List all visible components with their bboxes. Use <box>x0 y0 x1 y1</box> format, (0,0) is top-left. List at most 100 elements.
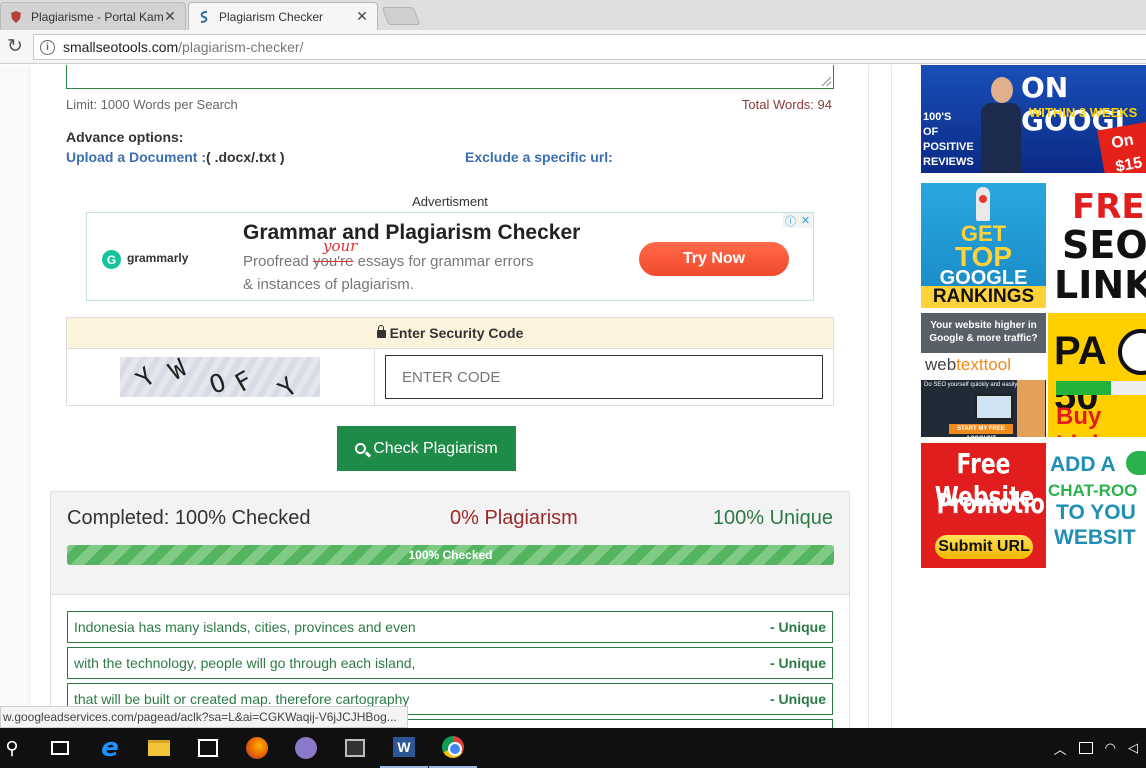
completed-text: Completed: 100% Checked <box>67 507 311 529</box>
info-icon[interactable]: i <box>40 39 55 55</box>
ad-a4-brand-a: web <box>925 355 957 374</box>
tab-strip: Plagiarisme - Portal Kam ✕ Plagiarism Ch… <box>0 0 1146 30</box>
ad-a7-l2: CHAT-ROO <box>1048 481 1138 500</box>
security-code-panel: Enter Security Code Y W O F Y <box>66 317 834 406</box>
word-letter: W <box>393 737 415 757</box>
shield-favicon-icon <box>11 10 21 23</box>
side-ad-pa50[interactable]: PA 50 Buy Link <box>1048 313 1146 437</box>
security-code-input[interactable] <box>385 355 823 399</box>
sentence-row[interactable]: with the technology, people will go thro… <box>67 647 833 679</box>
security-title: Enter Security Code <box>389 325 524 341</box>
ad-line1-a: Proofread <box>243 253 314 270</box>
text-input-area[interactable] <box>66 65 834 89</box>
column-divider <box>868 65 892 728</box>
ad-a4-top: Your website higher in Google & more tra… <box>921 313 1046 353</box>
lock-icon <box>376 325 386 338</box>
grammarly-ad[interactable]: ⓘ ✕ G grammarly Grammar and Plagiarism C… <box>86 212 814 301</box>
ad-info-icon[interactable]: ⓘ <box>783 213 798 228</box>
new-tab-button[interactable] <box>381 7 421 25</box>
ad-a7-l3: TO YOU <box>1056 501 1136 524</box>
captcha-char: Y <box>272 371 303 397</box>
sentence-row[interactable]: Indonesia has many islands, cities, prov… <box>67 611 833 643</box>
plagiarism-percent: 0% Plagiarism <box>450 507 578 529</box>
side-ad-webtexttool[interactable]: Your website higher in Google & more tra… <box>921 313 1046 437</box>
windows-taskbar: ⚲ e W ︿ ◠ ◁ <box>0 728 1146 768</box>
terminal-icon[interactable] <box>331 728 379 768</box>
ad-line1-b: essays for grammar errors <box>353 253 534 270</box>
ad-a4-brand: webtexttool <box>925 355 1011 375</box>
system-tray: ︿ ◠ ◁ <box>1054 728 1138 768</box>
chevron-up-icon[interactable]: ︿ <box>1054 739 1067 758</box>
sentence-text: Indonesia has many islands, cities, prov… <box>74 619 416 635</box>
ad-handwritten-word: your <box>323 237 358 255</box>
upload-document-link[interactable]: Upload a Document :( .docx/.txt ) <box>66 149 285 165</box>
resize-grip-icon[interactable] <box>822 77 831 86</box>
battery-icon[interactable] <box>1078 742 1093 754</box>
tab-title: Plagiarism Checker <box>219 9 324 24</box>
check-plagiarism-button[interactable]: Check Plagiarism <box>337 426 516 471</box>
ad-a4-sub: Do SEO yourself quickly and easily <box>924 382 1018 388</box>
address-bar[interactable]: i smallseotools.com/plagiarism-checker/ <box>33 34 1146 60</box>
sentence-status: - Unique <box>770 619 826 635</box>
security-body: Y W O F Y <box>67 349 833 406</box>
reload-icon[interactable]: ↻ <box>4 36 26 58</box>
total-words-text: Total Words: 94 <box>741 97 832 112</box>
ad-a2-l4: RANKINGS <box>921 286 1046 308</box>
advance-options-title: Advance options: <box>66 129 184 145</box>
search-icon[interactable]: ⚲ <box>0 728 36 768</box>
url-host: smallseotools.com <box>63 39 179 55</box>
ad-headline: Grammar and Plagiarism Checker <box>243 221 581 244</box>
captcha-char: F <box>229 365 258 397</box>
progress-label: 100% Checked <box>408 548 493 562</box>
side-ad-free-promotion[interactable]: Free Website Promotion Submit URL <box>921 443 1046 568</box>
ad-a1-line: OF <box>923 126 939 138</box>
screen: Plagiarisme - Portal Kam ✕ Plagiarism Ch… <box>0 0 1146 768</box>
ad-a3-l1: FREE <box>1072 187 1146 227</box>
ad-a1-left: 100'S OF POSITIVE REVIEWS <box>923 110 974 170</box>
sentence-text: with the technology, people will go thro… <box>74 655 416 671</box>
close-tab-icon[interactable]: ✕ <box>355 8 369 25</box>
security-header: Enter Security Code <box>67 318 833 349</box>
ad-close-icon[interactable]: ✕ <box>798 213 813 228</box>
tab-plagiarism-checker[interactable]: Plagiarism Checker ✕ <box>188 2 378 30</box>
person-image <box>1017 380 1045 437</box>
ad-body-line2: & instances of plagiarism. <box>243 276 414 293</box>
word-icon[interactable]: W <box>380 728 428 768</box>
ad-a1-line: 100'S <box>923 111 952 123</box>
cat-app-icon[interactable] <box>282 728 330 768</box>
left-gutter <box>0 65 30 728</box>
chrome-icon[interactable] <box>429 728 477 768</box>
side-ad-chat-room[interactable]: ADD A CHAT-ROO TO YOU WEBSIT <box>1048 443 1146 568</box>
close-tab-icon[interactable]: ✕ <box>163 8 177 25</box>
ad-choices[interactable]: ⓘ ✕ <box>783 213 813 228</box>
browser-toolbar: ↻ i smallseotools.com/plagiarism-checker… <box>0 30 1146 64</box>
exclude-url-link[interactable]: Exclude a specific url: <box>465 149 613 165</box>
side-ad-top-google[interactable]: GET TOP GOOGLE RANKINGS <box>921 183 1046 308</box>
edge-icon[interactable]: e <box>86 728 134 768</box>
ad-a4-banner: Do SEO yourself quickly and easily START… <box>921 380 1046 437</box>
ad-a1-yellow: WITHIN 3 WEEKS <box>1029 105 1138 120</box>
ad-a4-btn: START MY FREE ACCOUNT <box>949 424 1013 437</box>
task-view-icon[interactable] <box>36 728 84 768</box>
progress-bar: 100% Checked <box>67 545 834 565</box>
status-bar-url: w.googleadservices.com/pagead/aclk?sa=L&… <box>0 706 408 728</box>
ad-a1-line: REVIEWS <box>923 156 974 168</box>
tab-plagiarisme-portal[interactable]: Plagiarisme - Portal Kam ✕ <box>0 2 186 30</box>
ad-struck-word: you're <box>313 253 354 270</box>
firefox-icon[interactable] <box>233 728 281 768</box>
volume-icon[interactable]: ◁ <box>1128 740 1138 756</box>
grammarly-logo-icon: G <box>102 250 121 269</box>
search-icon <box>355 443 367 454</box>
side-ad-google-ranking[interactable]: ON GOOGL WITHIN 3 WEEKS 100'S OF POSITIV… <box>921 65 1146 173</box>
submit-url-button[interactable]: Submit URL <box>935 535 1033 559</box>
ad-a7-l1: ADD A <box>1050 453 1116 476</box>
ad-brand: grammarly <box>127 251 189 265</box>
wifi-icon[interactable]: ◠ <box>1105 740 1116 756</box>
store-icon[interactable] <box>184 728 232 768</box>
unique-percent: 100% Unique <box>712 507 833 529</box>
file-explorer-icon[interactable] <box>135 728 183 768</box>
try-now-button[interactable]: Try Now <box>639 242 789 276</box>
ad-a5-bar <box>1056 381 1146 395</box>
side-ad-free-seo-links[interactable]: FREE SEO LINKS <box>1048 183 1146 308</box>
sentence-status: - Unique <box>770 691 826 707</box>
